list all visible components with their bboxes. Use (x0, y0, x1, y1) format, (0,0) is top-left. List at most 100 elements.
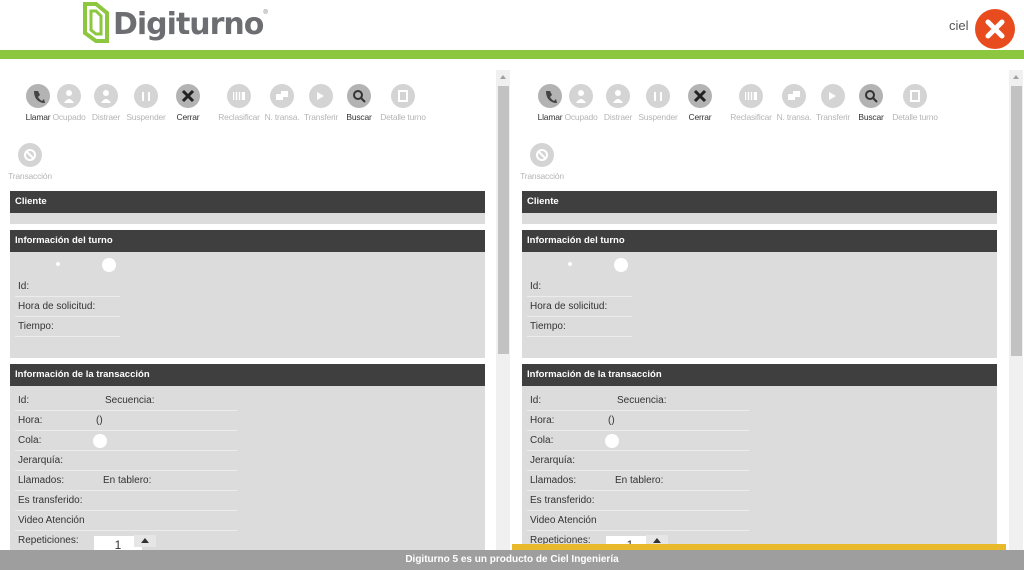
close-icon (176, 84, 200, 108)
field-divider (15, 470, 237, 471)
field-divider (15, 450, 237, 451)
transaccion-field-secuencia: Secuencia: (617, 395, 667, 406)
transaccion-field-jerarquia: Jerarquía: (530, 455, 576, 466)
transaccion-field-es-transferido: Es transferido: (530, 495, 595, 506)
search-icon (347, 84, 371, 108)
turno-field-tiempo: Tiempo: (18, 321, 54, 332)
header-divider (0, 50, 1024, 59)
toolbar-button-close[interactable]: Cerrar (160, 82, 216, 136)
field-divider (15, 336, 120, 337)
transaccion-field-hora: Hora: (530, 415, 555, 426)
queue-indicator (93, 434, 107, 448)
section-body-cliente (10, 213, 485, 224)
field-divider (15, 490, 237, 491)
close-icon (985, 19, 1005, 39)
turno-field-id: Id: (18, 281, 30, 292)
field-divider (527, 490, 749, 491)
status-indicator (614, 258, 628, 272)
status-indicator (102, 258, 116, 272)
header: Digiturno ® ciel (0, 0, 1024, 50)
section-header-transaccion: Información de la transacción (522, 364, 997, 386)
turno-field-id: Id: (530, 281, 542, 292)
reclassify-icon (227, 84, 251, 108)
toolbar-button-detail: Detalle turno (887, 82, 943, 136)
scroll-thumb[interactable] (1011, 86, 1022, 356)
transaccion-field-hora-value: () (96, 415, 103, 426)
field-divider (527, 530, 749, 531)
transaction-icon (530, 143, 554, 167)
field-divider (527, 470, 749, 471)
transaccion-field-hora: Hora: (18, 415, 43, 426)
field-divider (527, 430, 749, 431)
field-divider (15, 316, 120, 317)
pause-icon (646, 84, 670, 108)
stepper-up-button[interactable] (134, 535, 156, 547)
section-header-transaccion: Información de la transacción (10, 364, 485, 386)
section-header-cliente: Cliente (522, 191, 997, 213)
turno-field-hora-solicitud: Hora de solicitud: (530, 301, 608, 312)
transaction-icon (18, 143, 42, 167)
reclassify-icon (739, 84, 763, 108)
detail-icon (903, 84, 927, 108)
scroll-up-arrow[interactable] (1009, 70, 1023, 84)
transaccion-field-id: Id: (530, 395, 542, 406)
detail-icon (391, 84, 415, 108)
transaccion-field-secuencia: Secuencia: (105, 395, 155, 406)
transaccion-field-llamados: Llamados: (18, 475, 65, 486)
field-divider (15, 510, 237, 511)
logo: Digiturno ® (82, 0, 268, 48)
turno-field-hora-solicitud: Hora de solicitud: (18, 301, 96, 312)
new-transaction-icon (782, 84, 806, 108)
toolbar-label: Detalle turno (380, 112, 426, 122)
toolbar-label: Cerrar (688, 112, 712, 122)
field-divider (527, 450, 749, 451)
logo-icon (83, 2, 109, 43)
transaccion-field-jerarquia: Jerarquía: (18, 455, 64, 466)
transaccion-field-id: Id: (18, 395, 30, 406)
field-divider (15, 530, 237, 531)
scrollbar-right[interactable] (1009, 70, 1023, 550)
logout-close-button[interactable] (975, 9, 1015, 49)
logo-text: Digiturno (113, 6, 264, 42)
transaccion-field-es-transferido: Es transferido: (18, 495, 83, 506)
transaccion-field-hora-value: () (608, 415, 615, 426)
transfer-icon (309, 84, 333, 108)
transaccion-field-llamados: Llamados: (530, 475, 577, 486)
scrollbar-left[interactable] (496, 70, 510, 550)
close-icon (688, 84, 712, 108)
transaccion-field-en-tablero: En tablero: (103, 475, 152, 486)
transaccion-field-video-atencion: Video Atención (18, 515, 85, 526)
new-transaction-icon (270, 84, 294, 108)
field-divider (527, 410, 749, 411)
section-header-cliente: Cliente (10, 191, 485, 213)
status-dot-small (56, 262, 60, 266)
workstation-panel-left: Llamar Ocupado Distraer Suspender Cerrar Recl… (0, 68, 512, 550)
search-icon (859, 84, 883, 108)
queue-indicator (605, 434, 619, 448)
user-name: ciel (949, 18, 969, 33)
person-icon (94, 84, 118, 108)
scroll-up-arrow[interactable] (496, 70, 510, 84)
turno-field-tiempo: Tiempo: (530, 321, 566, 332)
field-divider (527, 336, 632, 337)
section-header-turno: Información del turno (522, 230, 997, 252)
transaccion-field-en-tablero: En tablero: (615, 475, 664, 486)
section-body-cliente (522, 213, 997, 224)
scroll-thumb[interactable] (498, 86, 509, 354)
transfer-icon (821, 84, 845, 108)
pause-icon (134, 84, 158, 108)
toolbar-label: Cerrar (176, 112, 200, 122)
toolbar-label: Transacción (8, 171, 52, 181)
toolbar-label: Detalle turno (892, 112, 938, 122)
field-divider (15, 296, 120, 297)
toolbar-button-close[interactable]: Cerrar (672, 82, 728, 136)
toolbar-button-transaction: Transacción (518, 141, 566, 195)
field-divider (15, 410, 237, 411)
section-header-turno: Información del turno (10, 230, 485, 252)
transaccion-field-repeticiones: Repeticiones: (18, 535, 79, 546)
transaccion-field-cola: Cola: (18, 435, 42, 446)
footer: Digiturno 5 es un producto de Ciel Ingen… (0, 550, 1024, 570)
person-icon (606, 84, 630, 108)
toolbar-button-detail: Detalle turno (375, 82, 431, 136)
field-divider (527, 296, 632, 297)
